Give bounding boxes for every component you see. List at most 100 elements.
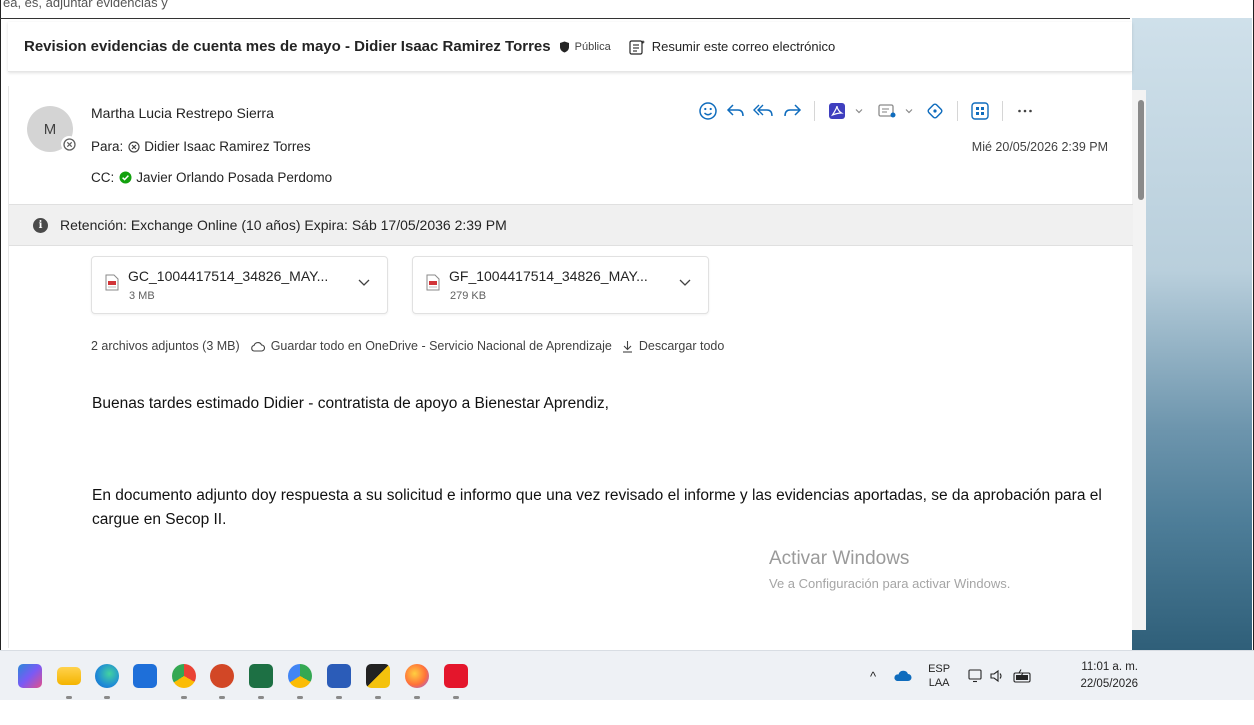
word-icon[interactable] (327, 664, 351, 688)
firefox-icon[interactable] (405, 664, 429, 688)
toolbar-divider (1002, 101, 1003, 121)
apps-button[interactable] (966, 98, 994, 124)
system-tray: ^ ESP LAA (870, 651, 1033, 701)
volume-icon[interactable] (989, 669, 1005, 683)
running-indicator (66, 696, 72, 699)
chrome-icon[interactable] (172, 664, 196, 688)
retention-text: Retención: Exchange Online (10 años) Exp… (60, 217, 507, 233)
save-all-label: Guardar todo en OneDrive - Servicio Naci… (270, 339, 612, 353)
to-recipient[interactable]: Didier Isaac Ramirez Torres (144, 139, 310, 154)
clock-time: 11:01 a. m. (1081, 661, 1138, 673)
to-label: Para: (91, 139, 124, 154)
message-date: Mié 20/05/2026 2:39 PM (971, 140, 1108, 154)
attachment-card[interactable]: GC_1004417514_34826_MAY... 3 MB (91, 256, 388, 314)
clock-date: 22/05/2026 (1080, 678, 1138, 690)
pdf-file-icon (105, 274, 119, 291)
subject-bar: Revision evidencias de cuenta mes de may… (8, 22, 1132, 72)
acrobat-icon (829, 103, 845, 119)
reply-icon (726, 104, 744, 117)
attachment-summary: 2 archivos adjuntos (3 MB) (91, 339, 240, 353)
attachment-card[interactable]: GF_1004417514_34826_MAY... 279 KB (412, 256, 709, 314)
more-actions-button[interactable] (1011, 98, 1039, 124)
apps-grid-icon (971, 102, 989, 120)
tag-button[interactable] (921, 98, 949, 124)
save-to-onedrive-button[interactable]: Guardar todo en OneDrive - Servicio Naci… (250, 339, 612, 353)
adobe-dropdown-button[interactable] (851, 98, 867, 124)
smiley-icon (699, 102, 717, 120)
rules-icon (878, 104, 896, 118)
summarize-button[interactable]: Resumir este correo electrónico (629, 39, 836, 55)
emoji-reaction-button[interactable] (694, 98, 722, 124)
attachment-name: GF_1004417514_34826_MAY... (449, 268, 648, 284)
cc-line: CC: Javier Orlando Posada Perdomo (91, 170, 332, 185)
taskbar-clock[interactable]: 11:01 a. m. 22/05/2026 (1080, 659, 1138, 693)
battery-icon[interactable] (1013, 669, 1033, 683)
chevron-down-icon[interactable] (357, 277, 371, 287)
sensitivity-badge[interactable]: Pública (559, 41, 611, 53)
presence-icon (61, 136, 77, 152)
sender-name[interactable]: Martha Lucia Restrepo Sierra (91, 105, 274, 121)
pdf-file-icon (426, 274, 440, 291)
network-icon[interactable] (968, 669, 984, 683)
chrome-profile-icon[interactable] (288, 664, 312, 688)
body-greeting: Buenas tardes estimado Didier - contrati… (92, 395, 609, 412)
chevron-down-icon[interactable] (678, 277, 692, 287)
info-icon: i (33, 217, 48, 233)
running-indicator (181, 696, 187, 699)
cc-recipient[interactable]: Javier Orlando Posada Perdomo (136, 170, 332, 185)
summarize-label: Resumir este correo electrónico (651, 39, 836, 54)
running-indicator (219, 696, 225, 699)
activation-watermark-title: Activar Windows (769, 548, 910, 569)
reply-button[interactable] (722, 98, 750, 124)
sensitivity-label: Pública (574, 40, 611, 53)
show-hidden-icons-icon[interactable]: ^ (870, 669, 876, 684)
more-icon (1018, 109, 1032, 113)
store-icon[interactable] (133, 664, 157, 688)
running-indicator (375, 696, 381, 699)
chevron-down-icon (855, 109, 863, 114)
edge-icon[interactable] (95, 664, 119, 688)
forward-button[interactable] (778, 98, 806, 124)
input-language[interactable]: ESP LAA (926, 662, 952, 690)
m365-app-icon[interactable] (18, 664, 42, 688)
download-all-button[interactable]: Descargar todo (622, 339, 724, 353)
running-indicator (336, 696, 342, 699)
activation-watermark-subtitle: Ve a Configuración para activar Windows. (769, 576, 1011, 591)
powerpoint-icon[interactable] (210, 664, 234, 688)
attachment-actions: 2 archivos adjuntos (3 MB) Guardar todo … (91, 339, 724, 353)
body-paragraph: En documento adjunto doy respuesta a su … (92, 487, 1102, 528)
avatar-initial: M (43, 120, 57, 138)
tag-icon (927, 103, 943, 119)
toolbar-divider (814, 101, 815, 121)
keyboard-layout: LAA (928, 677, 950, 689)
running-indicator (104, 696, 110, 699)
cc-label: CC: (91, 170, 115, 185)
scrollbar-thumb[interactable] (1138, 100, 1144, 200)
adobe-pdf-button[interactable] (823, 98, 851, 124)
running-indicator (258, 696, 264, 699)
acrobat-reader-icon[interactable] (444, 664, 468, 688)
attachment-size: 3 MB (129, 290, 155, 302)
top-divider (0, 18, 1130, 19)
excel-icon[interactable] (249, 664, 273, 688)
onedrive-icon[interactable] (892, 670, 912, 682)
bottom-margin (0, 700, 1254, 725)
top-cropped-text: ea, es, adjuntar evidencias y (3, 0, 168, 10)
sticky-notes-icon[interactable] (366, 664, 390, 688)
reply-all-button[interactable] (750, 98, 778, 124)
rules-button[interactable] (873, 98, 901, 124)
reply-all-icon (753, 104, 773, 117)
message-pane: M Martha Lucia Restrepo Sierra Para: Did… (8, 86, 1133, 648)
to-line: Para: Didier Isaac Ramirez Torres (91, 139, 311, 154)
running-indicator (414, 696, 420, 699)
summarize-icon (629, 39, 645, 55)
file-explorer-icon[interactable] (57, 667, 81, 685)
recipient-status-icon (128, 140, 140, 153)
rules-dropdown-button[interactable] (901, 98, 917, 124)
desktop-background (1132, 18, 1252, 650)
attachment-name: GC_1004417514_34826_MAY... (128, 268, 329, 284)
running-indicator (297, 696, 303, 699)
shield-icon (559, 41, 569, 52)
language-code: ESP (928, 663, 951, 675)
attachment-size: 279 KB (450, 290, 487, 302)
